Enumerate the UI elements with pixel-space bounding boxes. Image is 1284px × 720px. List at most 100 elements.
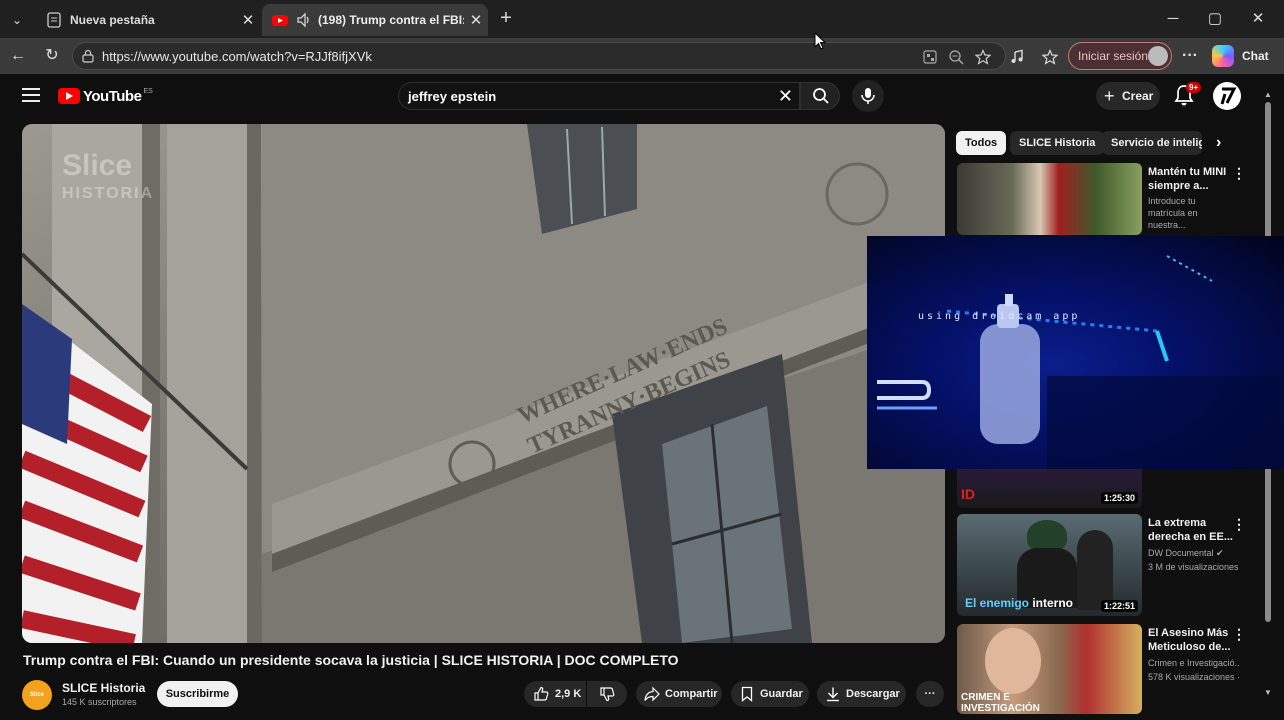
tab-title: Nueva pestaña <box>70 13 155 27</box>
reload-icon[interactable]: ↻ <box>40 44 64 68</box>
chat-label: Chat <box>1242 49 1269 63</box>
chevron-right-icon[interactable]: › <box>1216 134 1232 152</box>
voice-search-button[interactable] <box>852 80 884 112</box>
close-tab-icon[interactable]: ✕ <box>236 11 260 29</box>
plus-icon: + <box>1104 86 1115 106</box>
more-actions-button[interactable]: ··· <box>916 681 944 707</box>
youtube-logo[interactable]: YouTube ES <box>58 87 153 105</box>
channel-name[interactable]: SLICE Historia <box>62 681 145 695</box>
tab-actions-menu-icon[interactable]: ⌄ <box>6 9 28 31</box>
more-options-icon[interactable]: ··· <box>1178 44 1202 68</box>
webcam-scene <box>877 255 1284 469</box>
mouse-cursor-icon <box>814 32 826 50</box>
like-button[interactable]: 2,9 K <box>524 681 586 707</box>
media-control-icon[interactable] <box>1009 49 1025 65</box>
thumb-caption-highlight: El enemigo <box>965 596 1030 610</box>
channel-name: DW Documental ✔ <box>1148 547 1240 559</box>
video-player[interactable]: WHERE·LAW·ENDS TYRANNY·BEGINS Slice HIST… <box>22 124 945 643</box>
microphone-icon <box>861 88 875 104</box>
tab-youtube-video[interactable]: (198) Trump contra el FBI: Cua ✕ <box>262 4 488 36</box>
zoom-icon[interactable] <box>948 49 964 65</box>
favorite-star-icon[interactable] <box>975 49 991 65</box>
kebab-menu-icon[interactable]: ⋮ <box>1232 166 1246 180</box>
copilot-icon <box>1212 45 1234 67</box>
video-title[interactable]: El Asesino Más Meticuloso de... <box>1148 626 1238 654</box>
search-input[interactable]: jeffrey epstein ✕ <box>398 82 800 110</box>
thumb-caption: El enemigo interno <box>965 596 1073 610</box>
logo-text: YouTube <box>83 87 142 105</box>
watermark-line-2: HISTORIA <box>62 185 155 202</box>
create-button[interactable]: + Crear <box>1096 82 1160 110</box>
share-button[interactable]: Compartir <box>636 681 722 707</box>
thumbs-down-icon <box>600 687 615 702</box>
ad-thumbnail[interactable] <box>957 163 1142 235</box>
kebab-menu-icon[interactable]: ⋮ <box>1232 517 1246 531</box>
ad-title[interactable]: Mantén tu MINI siempre a... <box>1148 165 1238 193</box>
notifications-button[interactable]: 9+ <box>1174 82 1202 108</box>
channel-watermark: Slice HISTORIA <box>62 149 155 208</box>
channel-name: Crimen e Investigació... <box>1148 658 1240 668</box>
guide-menu-icon[interactable] <box>22 88 40 102</box>
verified-icon: ✔ <box>1216 548 1224 558</box>
thumb-figure <box>1077 530 1113 610</box>
more-horizontal-icon: ··· <box>924 688 936 700</box>
back-arrow-icon[interactable]: ← <box>6 44 30 68</box>
tab-title: (198) Trump contra el FBI: Cua <box>318 13 464 27</box>
close-tab-icon[interactable]: ✕ <box>464 11 488 29</box>
video-thumbnail[interactable]: El enemigo interno 1:22:51 <box>957 514 1142 616</box>
share-icon <box>644 686 660 702</box>
video-title[interactable]: La extrema derecha en EE... <box>1148 516 1238 544</box>
search-button[interactable] <box>800 82 840 110</box>
browser-nav-bar: ← ↻ https://www.youtube.com/watch?v=RJJf… <box>0 38 1284 74</box>
search-icon <box>813 88 829 104</box>
account-avatar[interactable] <box>1213 82 1241 110</box>
url-text: https://www.youtube.com/watch?v=RJJf8ifj… <box>102 49 372 64</box>
thumb-caption: CRIMEN E INVESTIGACIÓN <box>961 692 1040 714</box>
browser-tab-bar: ⌄ Nueva pestaña ✕ (198) Trump contra el … <box>0 0 1284 38</box>
scroll-down-icon[interactable]: ▼ <box>1264 688 1272 697</box>
new-tab-button[interactable]: + <box>494 7 518 31</box>
channel-avatar[interactable]: Slice <box>22 680 52 710</box>
dislike-button[interactable] <box>587 681 627 707</box>
video-thumbnail[interactable]: CRIMEN E INVESTIGACIÓN <box>957 624 1142 714</box>
page-icon <box>47 12 61 28</box>
maximize-button[interactable]: ▢ <box>1200 8 1230 30</box>
video-duration: 1:22:51 <box>1100 600 1138 612</box>
avatar-logo-icon <box>1214 83 1240 109</box>
close-window-button[interactable]: ✕ <box>1243 8 1273 30</box>
notification-badge: 9+ <box>1186 82 1202 93</box>
kebab-menu-icon[interactable]: ⋮ <box>1232 627 1246 641</box>
chip-todos[interactable]: Todos <box>956 131 1007 155</box>
sign-in-button[interactable]: Iniciar sesión <box>1068 42 1172 70</box>
clear-search-icon[interactable]: ✕ <box>778 86 793 107</box>
subscribe-button[interactable]: Suscribirme <box>157 681 238 707</box>
thumb-logo: ID <box>961 486 975 502</box>
share-label: Compartir <box>665 688 718 700</box>
watermark-line-1: Slice <box>62 149 133 182</box>
chip-servicio-inteligencia[interactable]: Servicio de inteligencia <box>1102 131 1202 155</box>
create-label: Crear <box>1122 89 1154 103</box>
view-count: 578 K visualizaciones · <box>1148 672 1240 682</box>
webcam-overlay: using droidcam app <box>867 236 1284 469</box>
ad-meta-2: matrícula en <box>1148 208 1198 218</box>
download-button[interactable]: Descargar <box>817 681 906 707</box>
tab-new-tab[interactable]: Nueva pestaña ✕ <box>36 4 260 36</box>
channel-label: DW Documental <box>1148 548 1214 558</box>
thumb-figure <box>1027 520 1067 550</box>
minimize-button[interactable]: ─ <box>1158 8 1188 30</box>
site-info-icon[interactable] <box>81 49 95 63</box>
droidcam-watermark: using droidcam app <box>918 311 1081 322</box>
youtube-favicon-icon <box>272 15 288 26</box>
profile-avatar-icon <box>1148 46 1168 66</box>
search-query: jeffrey epstein <box>408 89 497 104</box>
chip-slice-historia[interactable]: SLICE Historia <box>1010 131 1105 155</box>
address-bar[interactable]: https://www.youtube.com/watch?v=RJJf8ifj… <box>72 42 1006 70</box>
like-count: 2,9 K <box>555 688 582 700</box>
favorites-icon[interactable] <box>1042 49 1058 65</box>
country-code: ES <box>143 87 153 95</box>
scroll-up-icon[interactable]: ▲ <box>1264 90 1272 99</box>
copilot-chat-button[interactable]: Chat <box>1212 44 1269 68</box>
save-button[interactable]: Guardar <box>731 681 809 707</box>
app-available-icon[interactable] <box>922 49 938 65</box>
speaker-icon[interactable] <box>296 12 312 28</box>
